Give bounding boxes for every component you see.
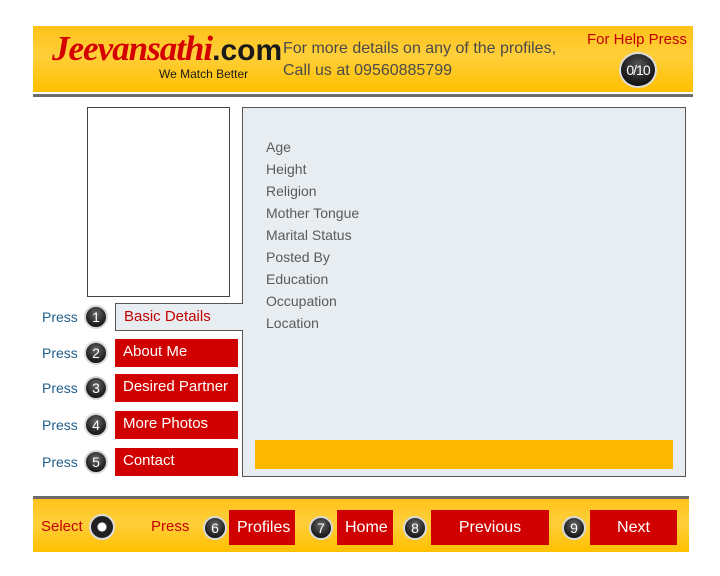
key-2-icon: 2 (84, 341, 108, 365)
key-1-icon: 1 (84, 305, 108, 329)
header-divider (33, 94, 693, 97)
panel-footer-bar (255, 440, 673, 469)
profile-photo (87, 107, 230, 297)
help-counter-button[interactable]: 0/10 (619, 52, 657, 88)
home-button[interactable]: Home (337, 510, 393, 545)
help-label: For Help Press (586, 31, 687, 48)
tab-basic-details[interactable]: Basic Details (115, 303, 243, 331)
profile-field-list: Age Height Religion Mother Tongue Marita… (266, 136, 359, 334)
select-label: Select (41, 518, 83, 535)
key-7-icon: 7 (309, 516, 333, 540)
key-3-icon: 3 (84, 376, 108, 400)
key-8-icon: 8 (403, 516, 427, 540)
profiles-button[interactable]: Profiles (229, 510, 295, 545)
field-religion: Religion (266, 183, 317, 199)
press-label: Press (42, 380, 78, 396)
key-6-icon: 6 (203, 516, 227, 540)
field-occupation: Occupation (266, 293, 337, 309)
key-5-icon: 5 (84, 450, 108, 474)
field-mother-tongue: Mother Tongue (266, 205, 360, 221)
press-label: Press (42, 309, 78, 325)
press-label: Press (42, 417, 78, 433)
press-label: Press (42, 345, 78, 361)
tab-about-me[interactable]: About Me (115, 339, 238, 367)
field-location: Location (266, 315, 319, 331)
key-4-icon: 4 (84, 413, 108, 437)
jeevansathi-logo: Jeevansathi.com (52, 29, 283, 68)
navigation-pad-icon (89, 514, 115, 540)
tab-more-photos[interactable]: More Photos (115, 411, 238, 439)
press-label: Press (42, 454, 78, 470)
tab-desired-partner[interactable]: Desired Partner (115, 374, 238, 402)
logo-tagline: We Match Better (159, 67, 249, 81)
footer-press-label: Press (151, 518, 190, 535)
field-posted-by: Posted By (266, 249, 330, 265)
field-height: Height (266, 161, 307, 177)
previous-page-button[interactable]: Previous Page (431, 510, 549, 571)
contact-line-1: For more details on any of the profiles, (283, 40, 557, 57)
contact-line-2: Call us at 09560885799 (283, 62, 453, 79)
field-age: Age (266, 139, 291, 155)
header-bar: Jeevansathi.com We Match Better For more… (33, 26, 693, 92)
footer-bar: Select Press 6 Profiles 7 Home 8 Previou… (33, 496, 689, 571)
contact-info: For more details on any of the profiles,… (283, 38, 556, 82)
field-education: Education (266, 271, 329, 287)
key-9-icon: 9 (562, 516, 586, 540)
field-marital-status: Marital Status (266, 227, 352, 243)
next-page-button[interactable]: Next Page (590, 510, 677, 571)
tab-contact[interactable]: Contact (115, 448, 238, 476)
